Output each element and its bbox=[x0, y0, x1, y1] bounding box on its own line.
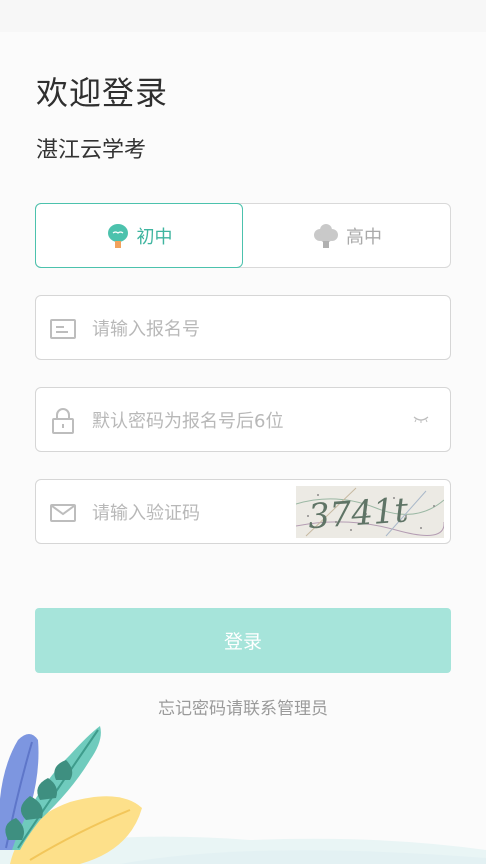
tab-senior-high-label: 高中 bbox=[346, 226, 382, 248]
captcha-text: 3741t bbox=[307, 490, 410, 537]
app-subtitle: 湛江云学考 bbox=[36, 138, 147, 163]
captcha-image[interactable]: 3741t bbox=[296, 486, 444, 538]
eye-closed-icon[interactable] bbox=[412, 412, 430, 426]
login-button[interactable]: 登录 bbox=[35, 608, 451, 673]
captcha-field: 3741t bbox=[35, 479, 451, 544]
tab-junior-high-label: 初中 bbox=[136, 226, 173, 248]
captcha-graphic: 3741t bbox=[296, 486, 444, 538]
tree-icon bbox=[314, 223, 338, 248]
password-input[interactable] bbox=[90, 400, 394, 442]
leaf-decoration bbox=[0, 726, 486, 864]
lock-icon bbox=[52, 408, 74, 434]
registration-field bbox=[35, 295, 451, 360]
password-field bbox=[35, 387, 451, 452]
tree-icon bbox=[107, 223, 128, 248]
registration-number-input[interactable] bbox=[90, 308, 394, 350]
tab-senior-high[interactable]: 高中 bbox=[243, 203, 452, 268]
tab-junior-high[interactable]: 初中 bbox=[35, 203, 243, 268]
school-level-tabs: 初中 高中 bbox=[35, 203, 451, 268]
mail-icon bbox=[50, 504, 76, 522]
welcome-title: 欢迎登录 bbox=[36, 74, 169, 112]
id-card-icon bbox=[50, 319, 76, 339]
status-bar bbox=[0, 0, 486, 32]
